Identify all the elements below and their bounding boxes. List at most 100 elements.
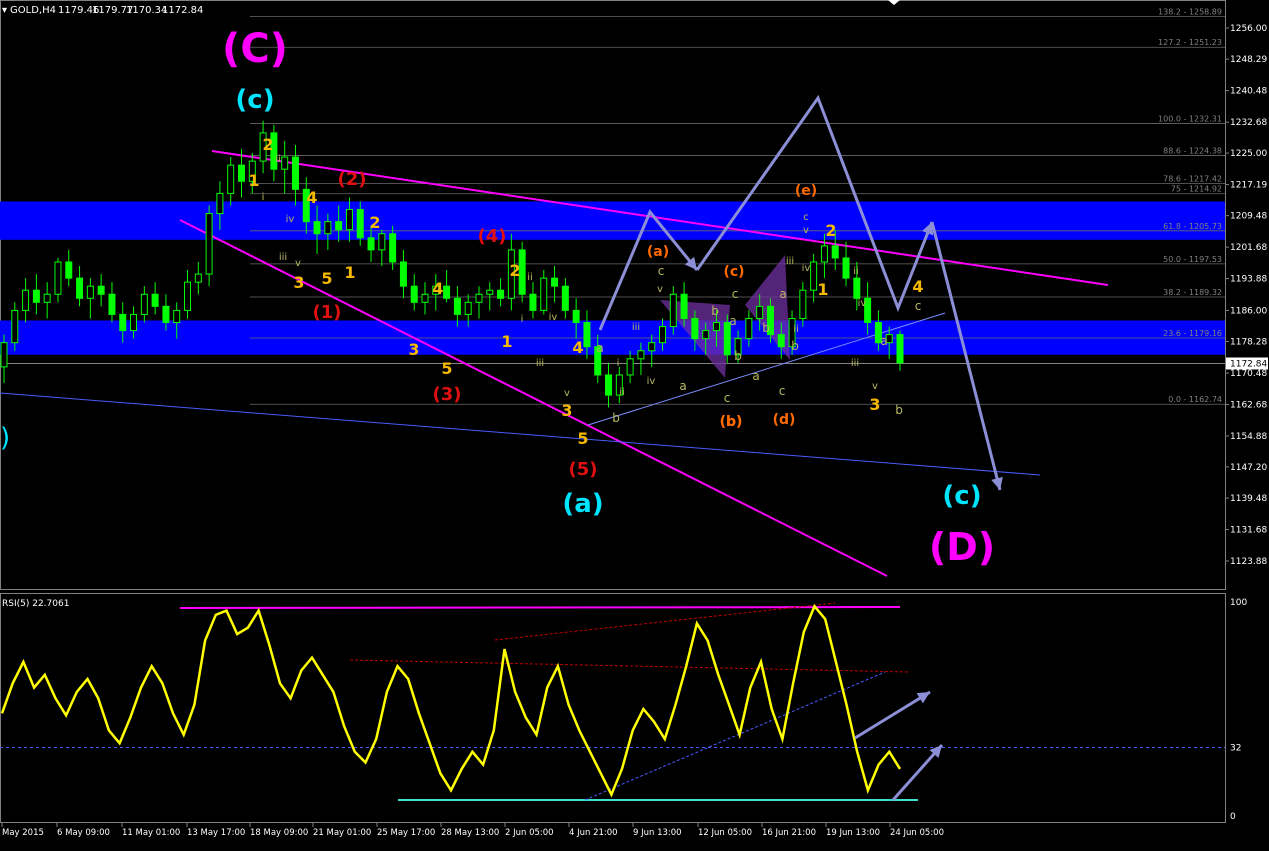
wave-label-62: i	[617, 358, 620, 369]
wave-label-26: 1	[501, 332, 512, 351]
fib-label-5: 75 - 1214.92	[1171, 185, 1222, 194]
wave-label-70: c	[803, 212, 809, 223]
candle-body-64	[691, 317, 699, 340]
wave-label-45: c	[779, 384, 786, 398]
candle-body-52	[561, 285, 569, 311]
candle-body-12	[130, 313, 138, 332]
price-tick-label-13: 1154.88	[1230, 432, 1267, 442]
candle-body-76	[820, 245, 828, 263]
candle-body-61	[659, 326, 667, 344]
wave-label-25: 5	[441, 359, 452, 378]
candle-body-33	[356, 209, 364, 239]
time-tick-label-7: 28 May 13:00	[441, 828, 499, 838]
wave-label-63: ii	[619, 387, 625, 398]
wave-label-9: (a)	[647, 244, 669, 260]
symbol-label: GOLD,H4	[10, 5, 56, 16]
wave-label-19: 4	[306, 188, 317, 207]
wave-label-21: 1	[344, 263, 355, 282]
candle-body-45	[486, 289, 494, 295]
candle-body-75	[810, 261, 818, 291]
wave-label-22: 2	[369, 213, 380, 232]
candle-body-54	[583, 321, 591, 348]
price-tick-label-16: 1131.68	[1230, 526, 1267, 536]
price-tick-label-12: 1162.68	[1230, 400, 1267, 410]
candle-body-34	[367, 237, 375, 251]
wave-label-30: 5	[577, 429, 588, 448]
wave-label-68: iv	[802, 263, 811, 274]
price-tick-label-14: 1147.20	[1230, 463, 1267, 473]
fib-label-3: 88.6 - 1224.38	[1163, 147, 1222, 156]
wave-label-24: 3	[408, 340, 419, 359]
candle-body-44	[475, 293, 483, 303]
candle-body-79	[853, 277, 861, 299]
candle-body-3	[32, 289, 40, 303]
candle-body-8	[86, 285, 94, 299]
wave-label-48: a	[880, 334, 887, 348]
candle-body-49	[529, 293, 537, 311]
ohlc-close: 1172.84	[162, 5, 203, 16]
candle-body-19	[205, 213, 213, 275]
symbol-dropdown-icon[interactable]: ▾	[2, 5, 7, 16]
wave-label-40: a	[729, 314, 736, 328]
wave-label-17: 2	[262, 135, 273, 154]
candle-body-58	[626, 358, 634, 376]
wave-label-0: (C)	[222, 26, 288, 72]
candle-body-66	[712, 321, 720, 332]
wave-label-53: ii	[275, 154, 281, 165]
time-tick-label-4: 18 May 09:00	[250, 828, 308, 838]
chart-window[interactable]: ▾ GOLD,H4 1179.46 1179.77 1170.34 1172.8…	[0, 0, 1269, 847]
fib-label-6: 61.8 - 1205.73	[1163, 222, 1222, 231]
candle-body-27	[291, 156, 299, 190]
candle-body-59	[637, 350, 645, 360]
wave-label-73: iii	[851, 358, 859, 369]
candle-body-20	[216, 192, 224, 215]
candle-body-15	[162, 305, 170, 323]
wave-label-5: (3)	[433, 384, 462, 405]
wave-label-34: 3	[869, 395, 880, 414]
wave-label-2: (2)	[338, 169, 367, 190]
wave-label-23: 4	[432, 279, 443, 298]
wave-label-6: (5)	[569, 459, 598, 480]
price-tick-label-8: 1193.88	[1230, 275, 1267, 285]
rsi-label: RSI(5) 22.7061	[2, 599, 69, 609]
price-tick-label-10: 1178.28	[1230, 338, 1267, 348]
price-tick-label-9: 1186.00	[1230, 306, 1267, 316]
wave-label-18: 3	[293, 273, 304, 292]
wave-label-67: iii	[786, 256, 794, 267]
time-tick-label-11: 12 Jun 05:00	[698, 828, 752, 838]
candle-body-22	[237, 164, 245, 182]
candle-body-65	[702, 330, 710, 340]
chart-background	[0, 0, 1269, 847]
rsi-tick-label-0: 100	[1230, 598, 1247, 608]
candle-body-78	[842, 257, 850, 279]
candle-body-13	[140, 293, 148, 315]
wave-label-27: 2	[509, 261, 520, 280]
wave-label-36: b	[612, 411, 620, 425]
wave-label-33: 4	[912, 277, 923, 296]
wave-label-71: ii	[853, 266, 859, 277]
wave-label-61: v	[564, 388, 570, 399]
wave-label-4: (4)	[478, 226, 507, 247]
candle-body-35	[378, 233, 386, 251]
wave-label-3: (1)	[313, 302, 342, 323]
fib-label-4: 78.6 - 1217.42	[1163, 175, 1222, 184]
wave-label-42: b	[734, 349, 742, 363]
fib-label-7: 50.0 - 1197.53	[1163, 255, 1222, 264]
wave-label-edge-paren: )	[0, 423, 10, 453]
wave-label-12: (d)	[773, 412, 796, 428]
wave-label-41: c	[732, 287, 739, 301]
time-tick-label-0: May 2015	[2, 828, 44, 838]
fib-label-8: 38.2 - 1189.32	[1163, 288, 1222, 297]
candle-body-77	[831, 245, 839, 259]
wave-label-57: i	[521, 314, 524, 325]
wave-label-14: (c)	[942, 481, 981, 511]
wave-label-60: iv	[549, 312, 558, 323]
fib-label-9: 23.6 - 1179.16	[1163, 329, 1222, 338]
price-tick-label-15: 1139.48	[1230, 494, 1267, 504]
wave-label-69: v	[803, 225, 809, 236]
candle-body-7	[76, 277, 84, 299]
candle-body-2	[22, 289, 30, 311]
candle-body-5	[54, 261, 62, 295]
chart-svg[interactable]: ▾ GOLD,H4 1179.46 1179.77 1170.34 1172.8…	[0, 0, 1269, 847]
wave-label-75: ii	[793, 324, 799, 335]
